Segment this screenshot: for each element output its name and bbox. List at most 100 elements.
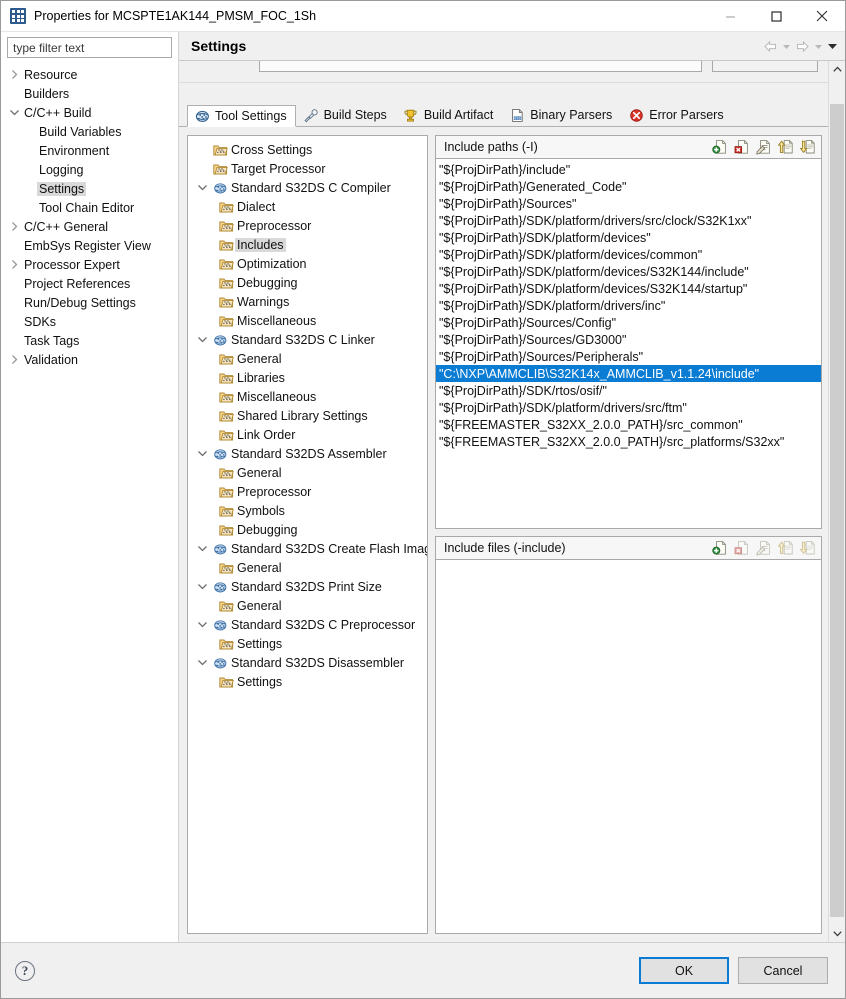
manage-configurations-button[interactable]	[712, 61, 818, 72]
maximize-button[interactable]	[753, 1, 799, 32]
scroll-up-icon[interactable]	[829, 61, 845, 78]
minimize-button[interactable]	[707, 1, 753, 32]
option-tree-item-standard-s32ds-disassembler[interactable]: Standard S32DS Disassembler	[188, 653, 427, 672]
list-item[interactable]: "${ProjDirPath}/SDK/platform/devices"	[436, 229, 821, 246]
list-item[interactable]: "${ProjDirPath}/SDK/rtos/osif/"	[436, 382, 821, 399]
list-item[interactable]: "${ProjDirPath}/SDK/platform/devices/S32…	[436, 280, 821, 297]
option-tree-item-debugging[interactable]: Debugging	[188, 520, 427, 539]
option-tree-item-symbols[interactable]: Symbols	[188, 501, 427, 520]
option-tree-item-shared-library-settings[interactable]: Shared Library Settings	[188, 406, 427, 425]
list-item[interactable]: "${ProjDirPath}/Sources/Config"	[436, 314, 821, 331]
move-down-icon[interactable]	[799, 539, 817, 557]
chevron-right-icon[interactable]	[7, 354, 22, 365]
list-item[interactable]: "${ProjDirPath}/Sources/GD3000"	[436, 331, 821, 348]
option-tree-item-dialect[interactable]: Dialect	[188, 197, 427, 216]
option-tree-item-settings[interactable]: Settings	[188, 672, 427, 691]
list-item[interactable]: "${ProjDirPath}/include"	[436, 161, 821, 178]
sidebar-item-logging[interactable]: Logging	[1, 160, 178, 179]
chevron-down-icon[interactable]	[193, 657, 211, 668]
option-tree-item-general[interactable]: General	[188, 349, 427, 368]
include-paths-list[interactable]: "${ProjDirPath}/include""${ProjDirPath}/…	[435, 159, 822, 529]
scroll-thumb[interactable]	[830, 104, 844, 917]
option-tree-item-general[interactable]: General	[188, 558, 427, 577]
move-up-icon[interactable]	[777, 138, 795, 156]
option-tree-item-debugging[interactable]: Debugging	[188, 273, 427, 292]
move-up-icon[interactable]	[777, 539, 795, 557]
sidebar-item-processor-expert[interactable]: Processor Expert	[1, 255, 178, 274]
tab-error-parsers[interactable]: Error Parsers	[621, 104, 732, 126]
tab-binary-parsers[interactable]: 010Binary Parsers	[502, 104, 621, 126]
arrow-left-icon[interactable]	[762, 36, 779, 56]
option-tree-item-standard-s32ds-print-size[interactable]: Standard S32DS Print Size	[188, 577, 427, 596]
edit-icon[interactable]	[755, 138, 773, 156]
chevron-down-icon[interactable]	[193, 334, 211, 345]
scroll-down-icon[interactable]	[829, 925, 845, 942]
ok-button[interactable]: OK	[639, 957, 729, 984]
back-history-chevron-down-icon[interactable]	[780, 36, 793, 56]
scroll-track[interactable]	[829, 78, 845, 925]
list-item[interactable]: "C:\NXP\AMMCLIB\S32K14x_AMMCLIB_v1.1.24\…	[436, 365, 821, 382]
page-scrollbar[interactable]	[828, 61, 845, 942]
option-tree-item-libraries[interactable]: Libraries	[188, 368, 427, 387]
configuration-combo[interactable]	[259, 61, 702, 72]
sidebar-item-tool-chain-editor[interactable]: Tool Chain Editor	[1, 198, 178, 217]
sidebar-item-builders[interactable]: Builders	[1, 84, 178, 103]
option-tree-item-standard-s32ds-c-compiler[interactable]: Standard S32DS C Compiler	[188, 178, 427, 197]
delete-icon[interactable]	[733, 138, 751, 156]
chevron-right-icon[interactable]	[7, 259, 22, 270]
move-down-icon[interactable]	[799, 138, 817, 156]
chevron-down-icon[interactable]	[7, 107, 22, 118]
tab-tool-settings[interactable]: Tool Settings	[187, 105, 296, 127]
option-tree-item-standard-s32ds-assembler[interactable]: Standard S32DS Assembler	[188, 444, 427, 463]
add-icon[interactable]	[711, 539, 729, 557]
option-tree-item-miscellaneous[interactable]: Miscellaneous	[188, 311, 427, 330]
list-item[interactable]: "${ProjDirPath}/Generated_Code"	[436, 178, 821, 195]
option-tree-item-general[interactable]: General	[188, 463, 427, 482]
help-button[interactable]: ?	[15, 961, 35, 981]
list-item[interactable]: "${ProjDirPath}/SDK/platform/drivers/src…	[436, 212, 821, 229]
sidebar-item-run-debug-settings[interactable]: Run/Debug Settings	[1, 293, 178, 312]
cancel-button[interactable]: Cancel	[738, 957, 828, 984]
option-tree-item-target-processor[interactable]: Target Processor	[188, 159, 427, 178]
option-tree-item-general[interactable]: General	[188, 596, 427, 615]
option-tree-item-optimization[interactable]: Optimization	[188, 254, 427, 273]
forward-history-chevron-down-icon[interactable]	[812, 36, 825, 56]
include-files-list[interactable]	[435, 560, 822, 934]
filter-input[interactable]: type filter text	[7, 37, 172, 58]
option-tree-item-standard-s32ds-create-flash-image[interactable]: Standard S32DS Create Flash Image	[188, 539, 427, 558]
option-tree-item-standard-s32ds-c-linker[interactable]: Standard S32DS C Linker	[188, 330, 427, 349]
add-icon[interactable]	[711, 138, 729, 156]
sidebar-item-environment[interactable]: Environment	[1, 141, 178, 160]
edit-icon[interactable]	[755, 539, 773, 557]
arrow-right-icon[interactable]	[794, 36, 811, 56]
chevron-down-icon[interactable]	[193, 448, 211, 459]
chevron-right-icon[interactable]	[7, 69, 22, 80]
chevron-down-icon[interactable]	[193, 182, 211, 193]
chevron-down-icon[interactable]	[193, 619, 211, 630]
sidebar-item-c-c-general[interactable]: C/C++ General	[1, 217, 178, 236]
option-tree-item-miscellaneous[interactable]: Miscellaneous	[188, 387, 427, 406]
sidebar-item-sdks[interactable]: SDKs	[1, 312, 178, 331]
tab-build-artifact[interactable]: Build Artifact	[396, 104, 502, 126]
option-tree-item-standard-s32ds-c-preprocessor[interactable]: Standard S32DS C Preprocessor	[188, 615, 427, 634]
option-tree-item-cross-settings[interactable]: Cross Settings	[188, 140, 427, 159]
option-tree-item-preprocessor[interactable]: Preprocessor	[188, 216, 427, 235]
delete-icon[interactable]	[733, 539, 751, 557]
sidebar-item-project-references[interactable]: Project References	[1, 274, 178, 293]
option-tree-item-link-order[interactable]: Link Order	[188, 425, 427, 444]
list-item[interactable]: "${ProjDirPath}/SDK/platform/devices/com…	[436, 246, 821, 263]
option-tree-item-settings[interactable]: Settings	[188, 634, 427, 653]
sidebar-item-c-c-build[interactable]: C/C++ Build	[1, 103, 178, 122]
sidebar-item-settings[interactable]: Settings	[1, 179, 178, 198]
chevron-down-icon[interactable]	[193, 581, 211, 592]
sidebar-item-validation[interactable]: Validation	[1, 350, 178, 369]
chevron-right-icon[interactable]	[7, 221, 22, 232]
list-item[interactable]: "${ProjDirPath}/Sources/Peripherals"	[436, 348, 821, 365]
list-item[interactable]: "${FREEMASTER_S32XX_2.0.0_PATH}/src_comm…	[436, 416, 821, 433]
sidebar-item-resource[interactable]: Resource	[1, 65, 178, 84]
sidebar-item-embsys-register-view[interactable]: EmbSys Register View	[1, 236, 178, 255]
close-button[interactable]	[799, 1, 845, 32]
list-item[interactable]: "${ProjDirPath}/Sources"	[436, 195, 821, 212]
option-tree-item-preprocessor[interactable]: Preprocessor	[188, 482, 427, 501]
list-item[interactable]: "${ProjDirPath}/SDK/platform/drivers/src…	[436, 399, 821, 416]
